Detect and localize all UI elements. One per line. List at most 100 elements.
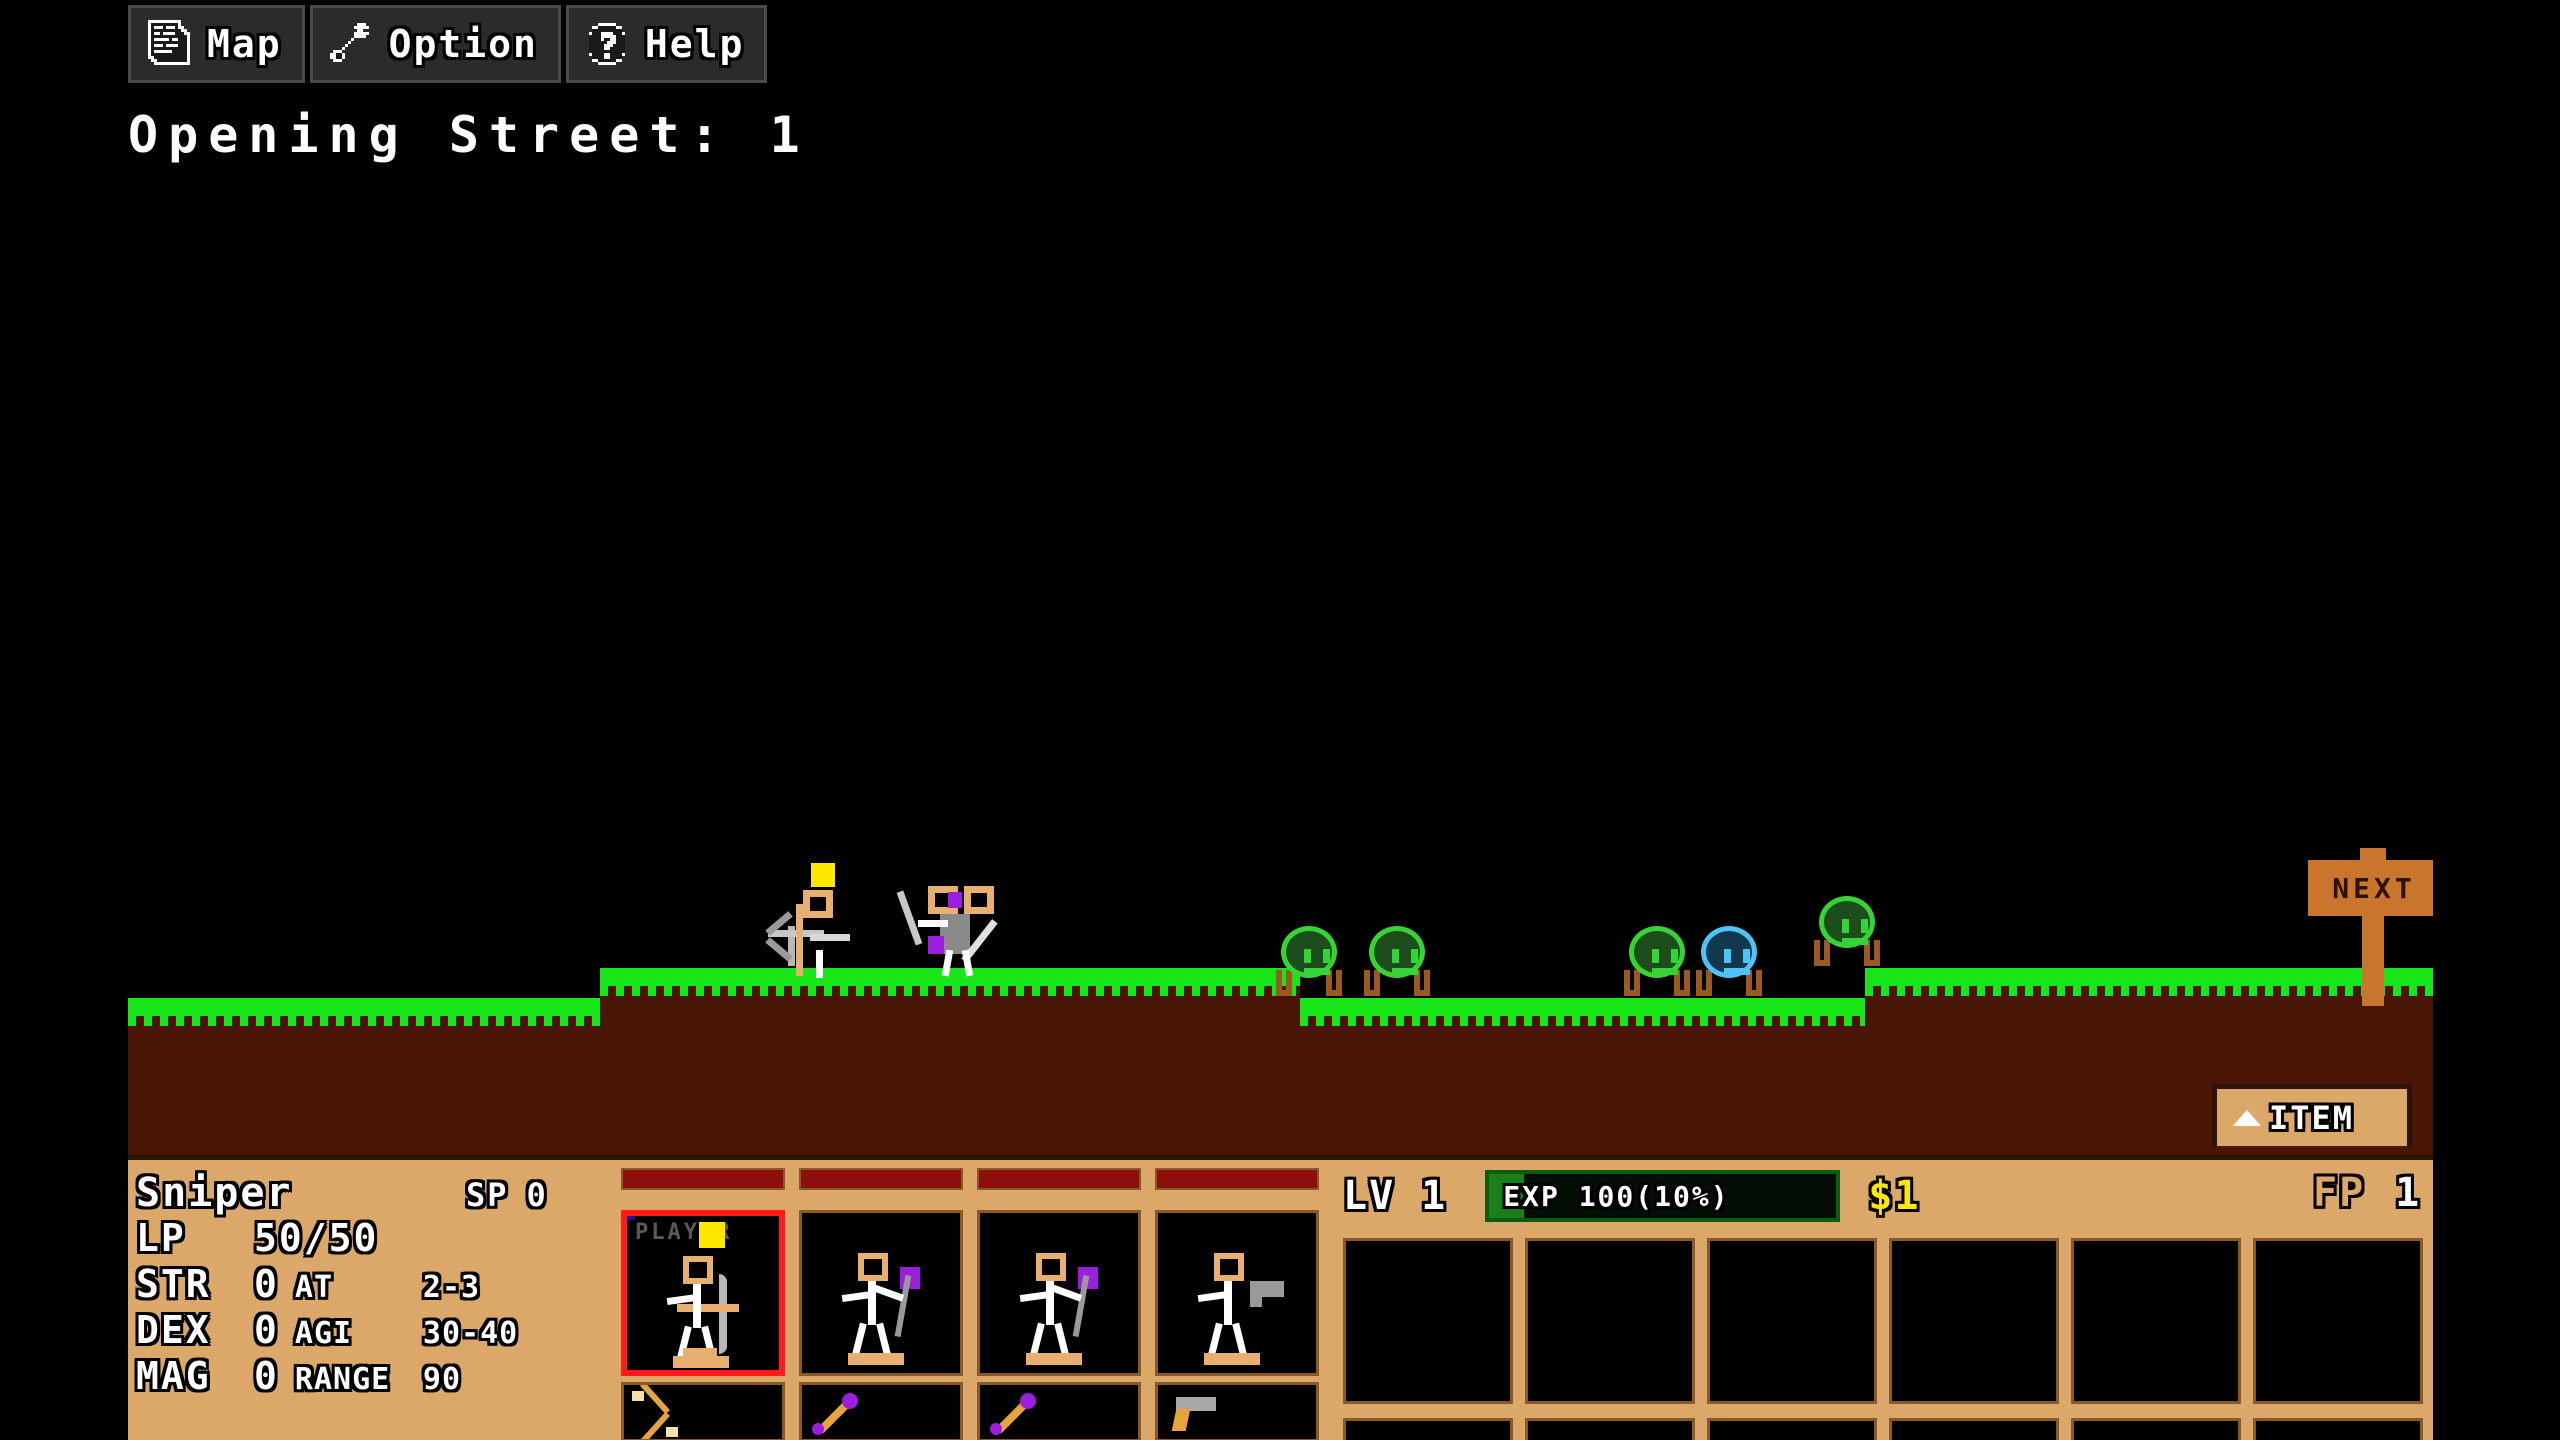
stat-value-mag: 0 xyxy=(254,1354,279,1398)
item-slot[interactable] xyxy=(1889,1418,2059,1440)
party-member-2[interactable] xyxy=(799,1168,963,1440)
money-value: $1 xyxy=(1868,1173,1921,1219)
party-member-4[interactable] xyxy=(1155,1168,1319,1440)
fp-label: FP xyxy=(2313,1170,2366,1216)
wand-base xyxy=(990,1423,1002,1435)
enemy-mouth xyxy=(1304,968,1330,975)
party-member-1[interactable]: PLAYER xyxy=(621,1168,785,1440)
item-slot[interactable] xyxy=(1525,1418,1695,1440)
bow-icon xyxy=(719,1274,727,1354)
archer-figure-icon xyxy=(663,1256,759,1370)
enemy-body xyxy=(1369,926,1425,978)
grass-strip xyxy=(1300,998,1865,1026)
enemy-eye xyxy=(1861,919,1868,933)
player-archer-sprite[interactable] xyxy=(758,890,868,980)
mage-figure-icon xyxy=(838,1253,934,1371)
ground-segment-middle xyxy=(1300,998,1865,1160)
ground-segment-left xyxy=(128,998,600,1160)
character-name-row: Sniper SP 0 xyxy=(136,1170,656,1216)
item-slot[interactable] xyxy=(2253,1238,2423,1404)
weapon-slot[interactable] xyxy=(1155,1382,1319,1440)
weapon-slot[interactable] xyxy=(977,1382,1141,1440)
mage-figure-icon xyxy=(1016,1253,1112,1371)
stat-value-lp: 50/50 xyxy=(254,1216,379,1260)
gun-weapon-icon xyxy=(1168,1393,1220,1433)
item-slot[interactable] xyxy=(2071,1418,2241,1440)
ally-sprite-group[interactable] xyxy=(896,880,1028,980)
item-slot[interactable] xyxy=(2253,1418,2423,1440)
item-slot[interactable] xyxy=(1889,1238,2059,1404)
sp-label: SP xyxy=(466,1176,509,1214)
stat-label-lp: LP xyxy=(136,1216,186,1260)
game-field[interactable]: NEXT xyxy=(128,0,2433,1160)
next-signpost[interactable]: NEXT xyxy=(2308,848,2433,1010)
wand-base xyxy=(812,1423,824,1435)
enemy-eye xyxy=(1304,949,1311,963)
item-tab[interactable]: ITEM xyxy=(2212,1084,2412,1146)
figure-head xyxy=(1036,1253,1066,1281)
enemy-leg xyxy=(1696,970,1712,996)
stat-label-str: STR xyxy=(136,1262,211,1306)
game-screen: Map Option Help Opening Street: 1 NEXT I… xyxy=(0,0,2560,1440)
enemy-blue-1[interactable] xyxy=(1696,926,1762,998)
weapon-slot[interactable] xyxy=(799,1382,963,1440)
figure-head xyxy=(1214,1253,1244,1281)
enemy-green-4[interactable] xyxy=(1814,896,1880,968)
gun-grip xyxy=(1171,1409,1191,1431)
enemy-green-3[interactable] xyxy=(1624,926,1690,998)
enemy-body xyxy=(1701,926,1757,978)
party-portrait-slot[interactable] xyxy=(1155,1210,1319,1376)
stat-value-at: 2-3 xyxy=(422,1270,481,1305)
hp-bar xyxy=(977,1168,1141,1190)
item-slot[interactable] xyxy=(1525,1238,1695,1404)
signpost-post xyxy=(2362,906,2384,1006)
figure-leg xyxy=(1208,1322,1223,1356)
stat-value-str: 0 xyxy=(254,1262,279,1306)
wand-icon xyxy=(1072,1274,1090,1338)
item-slot[interactable] xyxy=(2071,1238,2241,1404)
figure-base xyxy=(1204,1353,1260,1365)
fp-display: FP 1 xyxy=(2313,1170,2421,1216)
item-slot[interactable] xyxy=(1707,1418,1877,1440)
enemy-body xyxy=(1281,926,1337,978)
stat-row-lp: LP 50/50 xyxy=(136,1216,656,1262)
enemy-eye xyxy=(1842,919,1849,933)
level-label: LV xyxy=(1343,1173,1396,1219)
enemy-mouth xyxy=(1842,938,1868,945)
item-grid-row-2 xyxy=(1343,1418,2423,1440)
figure-leg xyxy=(876,1322,891,1356)
figure-leg xyxy=(1054,1322,1069,1356)
weapon-slot[interactable] xyxy=(621,1382,785,1440)
wand-tip xyxy=(1020,1393,1036,1409)
bottom-hud: Sniper SP 0 LP 50/50 STR 0 AT 2-3 DEX 0 … xyxy=(128,1155,2433,1440)
stat-row-mag: MAG 0 RANGE 90 xyxy=(136,1354,656,1400)
meta-bar: LV 1 EXP 100(10%) $1 xyxy=(1343,1170,1920,1222)
item-slot[interactable] xyxy=(1343,1418,1513,1440)
item-slot[interactable] xyxy=(1343,1238,1513,1404)
enemy-leg xyxy=(1276,970,1292,996)
figure-spine xyxy=(693,1284,701,1328)
enemy-green-1[interactable] xyxy=(1276,926,1342,998)
party-member-3[interactable] xyxy=(977,1168,1141,1440)
party-panel: PLAYER xyxy=(621,1168,1319,1440)
enemy-mouth xyxy=(1392,968,1418,975)
party-portrait-slot[interactable]: PLAYER xyxy=(621,1210,785,1376)
gun-grip xyxy=(1250,1293,1262,1307)
item-grid-row-1 xyxy=(1343,1238,2423,1404)
enemy-green-2[interactable] xyxy=(1364,926,1430,998)
stat-value-range: 90 xyxy=(422,1362,462,1397)
sp-value: 0 xyxy=(526,1176,548,1214)
enemy-eye xyxy=(1411,949,1418,963)
grass-strip xyxy=(128,998,600,1026)
hp-bar xyxy=(621,1168,785,1190)
fp-value: 1 xyxy=(2395,1170,2422,1216)
party-portrait-slot[interactable] xyxy=(799,1210,963,1376)
stat-value-dex: 0 xyxy=(254,1308,279,1352)
item-slot[interactable] xyxy=(1707,1238,1877,1404)
enemy-leg xyxy=(1364,970,1380,996)
status-dot xyxy=(627,1216,635,1220)
exp-text: EXP 100(10%) xyxy=(1503,1179,1730,1213)
arrow-icon xyxy=(677,1304,739,1312)
stat-value-agi: 30-40 xyxy=(422,1316,519,1351)
party-portrait-slot[interactable] xyxy=(977,1210,1141,1376)
